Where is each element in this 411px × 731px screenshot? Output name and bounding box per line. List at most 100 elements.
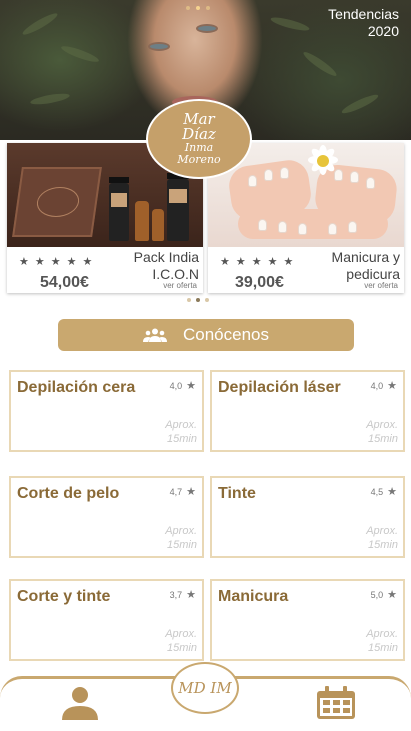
duration-label: Aprox. — [366, 419, 398, 431]
pagination-dot — [205, 298, 209, 302]
nail — [280, 167, 289, 179]
product-bottle — [135, 201, 149, 241]
nail — [366, 177, 375, 189]
service-card[interactable]: Manicura 5,0 ★ Aprox. 15min — [210, 579, 405, 661]
service-rating: 3,7 ★ — [170, 588, 196, 601]
nail — [264, 169, 273, 181]
leaf-decoration — [340, 91, 380, 117]
star-icon: ★ — [267, 256, 278, 268]
service-card[interactable]: Tinte 4,5 ★ Aprox. 15min — [210, 476, 405, 558]
see-offer-link[interactable]: ver oferta — [364, 281, 398, 290]
service-name: Corte de pelo — [17, 485, 120, 502]
offer-rating: ★ ★ ★ ★ ★ — [220, 255, 293, 268]
hero-title: Tendencias 2020 — [328, 6, 399, 40]
logo-line: Moreno — [177, 153, 221, 166]
star-icon: ★ — [82, 256, 93, 268]
offer-name: Pack India I.C.O.N — [134, 249, 199, 283]
duration-label: Aprox. — [165, 419, 197, 431]
service-name: Depilación cera — [17, 379, 136, 396]
service-name: Tinte — [218, 485, 256, 502]
star-icon: ★ — [66, 256, 77, 268]
pagination-dot — [206, 6, 210, 10]
group-icon — [142, 328, 167, 342]
service-rating: 4,0 ★ — [170, 379, 196, 392]
profile-icon[interactable] — [60, 686, 100, 720]
service-rating: 5,0 ★ — [371, 588, 397, 601]
nav-logo-text: MD IM — [178, 679, 232, 697]
duration-label: Aprox. — [366, 628, 398, 640]
see-offer-link[interactable]: ver oferta — [163, 281, 197, 290]
service-name: Depilación láser — [218, 379, 341, 396]
logo-line: Díaz — [182, 125, 216, 143]
offer-name: Manicura y pedicura — [332, 249, 400, 283]
star-icon: ★ — [387, 486, 397, 498]
nail — [348, 221, 357, 233]
brand-logo: Mar Díaz Inma Moreno — [146, 99, 252, 179]
service-card[interactable]: Depilación láser 4,0 ★ Aprox. 15min — [210, 370, 405, 452]
duration-value: 15min — [167, 433, 197, 445]
rating-value: 3,7 — [169, 589, 183, 600]
pagination-dot — [186, 6, 190, 10]
pagination-dot-active — [196, 298, 200, 302]
rating-value: 4,7 — [169, 486, 183, 497]
star-icon: ★ — [186, 380, 196, 392]
duration-value: 15min — [368, 433, 398, 445]
star-icon: ★ — [251, 256, 262, 268]
about-us-button[interactable]: Conócenos — [58, 319, 354, 351]
rating-value: 4,0 — [169, 380, 183, 391]
leaf-decoration — [59, 43, 101, 65]
duration-label: Aprox. — [366, 525, 398, 537]
service-name: Manicura — [218, 588, 289, 605]
offer-price: 54,00€ — [40, 274, 89, 291]
hero-eye — [196, 24, 218, 33]
duration-value: 15min — [167, 539, 197, 551]
daisy-flower — [303, 145, 343, 175]
star-icon: ★ — [186, 589, 196, 601]
star-icon: ★ — [220, 256, 230, 268]
nail — [278, 221, 287, 233]
calendar-icon[interactable] — [315, 686, 357, 720]
duration-value: 15min — [368, 539, 398, 551]
star-icon: ★ — [387, 380, 397, 392]
service-duration: Aprox. 15min — [165, 524, 197, 552]
offer-rating: ★ ★ ★ ★ ★ — [19, 255, 92, 268]
about-us-label: Conócenos — [182, 325, 269, 344]
rating-value: 5,0 — [370, 589, 384, 600]
star-icon: ★ — [50, 256, 61, 268]
rating-value: 4,0 — [370, 380, 384, 391]
duration-label: Aprox. — [165, 525, 197, 537]
service-duration: Aprox. 15min — [366, 627, 398, 655]
service-rating: 4,7 ★ — [170, 485, 196, 498]
service-card[interactable]: Depilación cera 4,0 ★ Aprox. 15min — [9, 370, 204, 452]
pagination-dot-active — [196, 6, 200, 10]
nail — [328, 223, 337, 235]
star-icon: ★ — [283, 256, 294, 268]
hero-title-line1: Tendencias — [328, 6, 399, 22]
star-icon: ★ — [387, 589, 397, 601]
product-bottle — [167, 173, 189, 241]
service-duration: Aprox. 15min — [366, 524, 398, 552]
product-bottle — [152, 209, 164, 241]
rating-value: 4,5 — [370, 486, 384, 497]
leaf-decoration — [20, 10, 60, 38]
star-icon: ★ — [19, 256, 29, 268]
leaf-decoration — [301, 49, 339, 79]
offer-name-line1: Pack India — [133, 249, 199, 265]
hero-eye — [148, 42, 170, 51]
offer-price: 39,00€ — [235, 274, 284, 291]
service-duration: Aprox. 15min — [366, 418, 398, 446]
service-duration: Aprox. 15min — [165, 627, 197, 655]
nail — [298, 223, 307, 235]
home-logo-button[interactable]: MD IM — [171, 662, 239, 714]
star-icon: ★ — [235, 256, 246, 268]
gift-box — [12, 167, 102, 237]
service-card[interactable]: Corte de pelo 4,7 ★ Aprox. 15min — [9, 476, 204, 558]
offer-name-line1: Manicura y — [331, 249, 400, 265]
nail — [258, 219, 267, 231]
duration-value: 15min — [368, 642, 398, 654]
service-duration: Aprox. 15min — [165, 418, 197, 446]
leaf-decoration — [269, 14, 311, 34]
service-rating: 4,5 ★ — [371, 485, 397, 498]
star-icon: ★ — [34, 256, 45, 268]
service-card[interactable]: Corte y tinte 3,7 ★ Aprox. 15min — [9, 579, 204, 661]
